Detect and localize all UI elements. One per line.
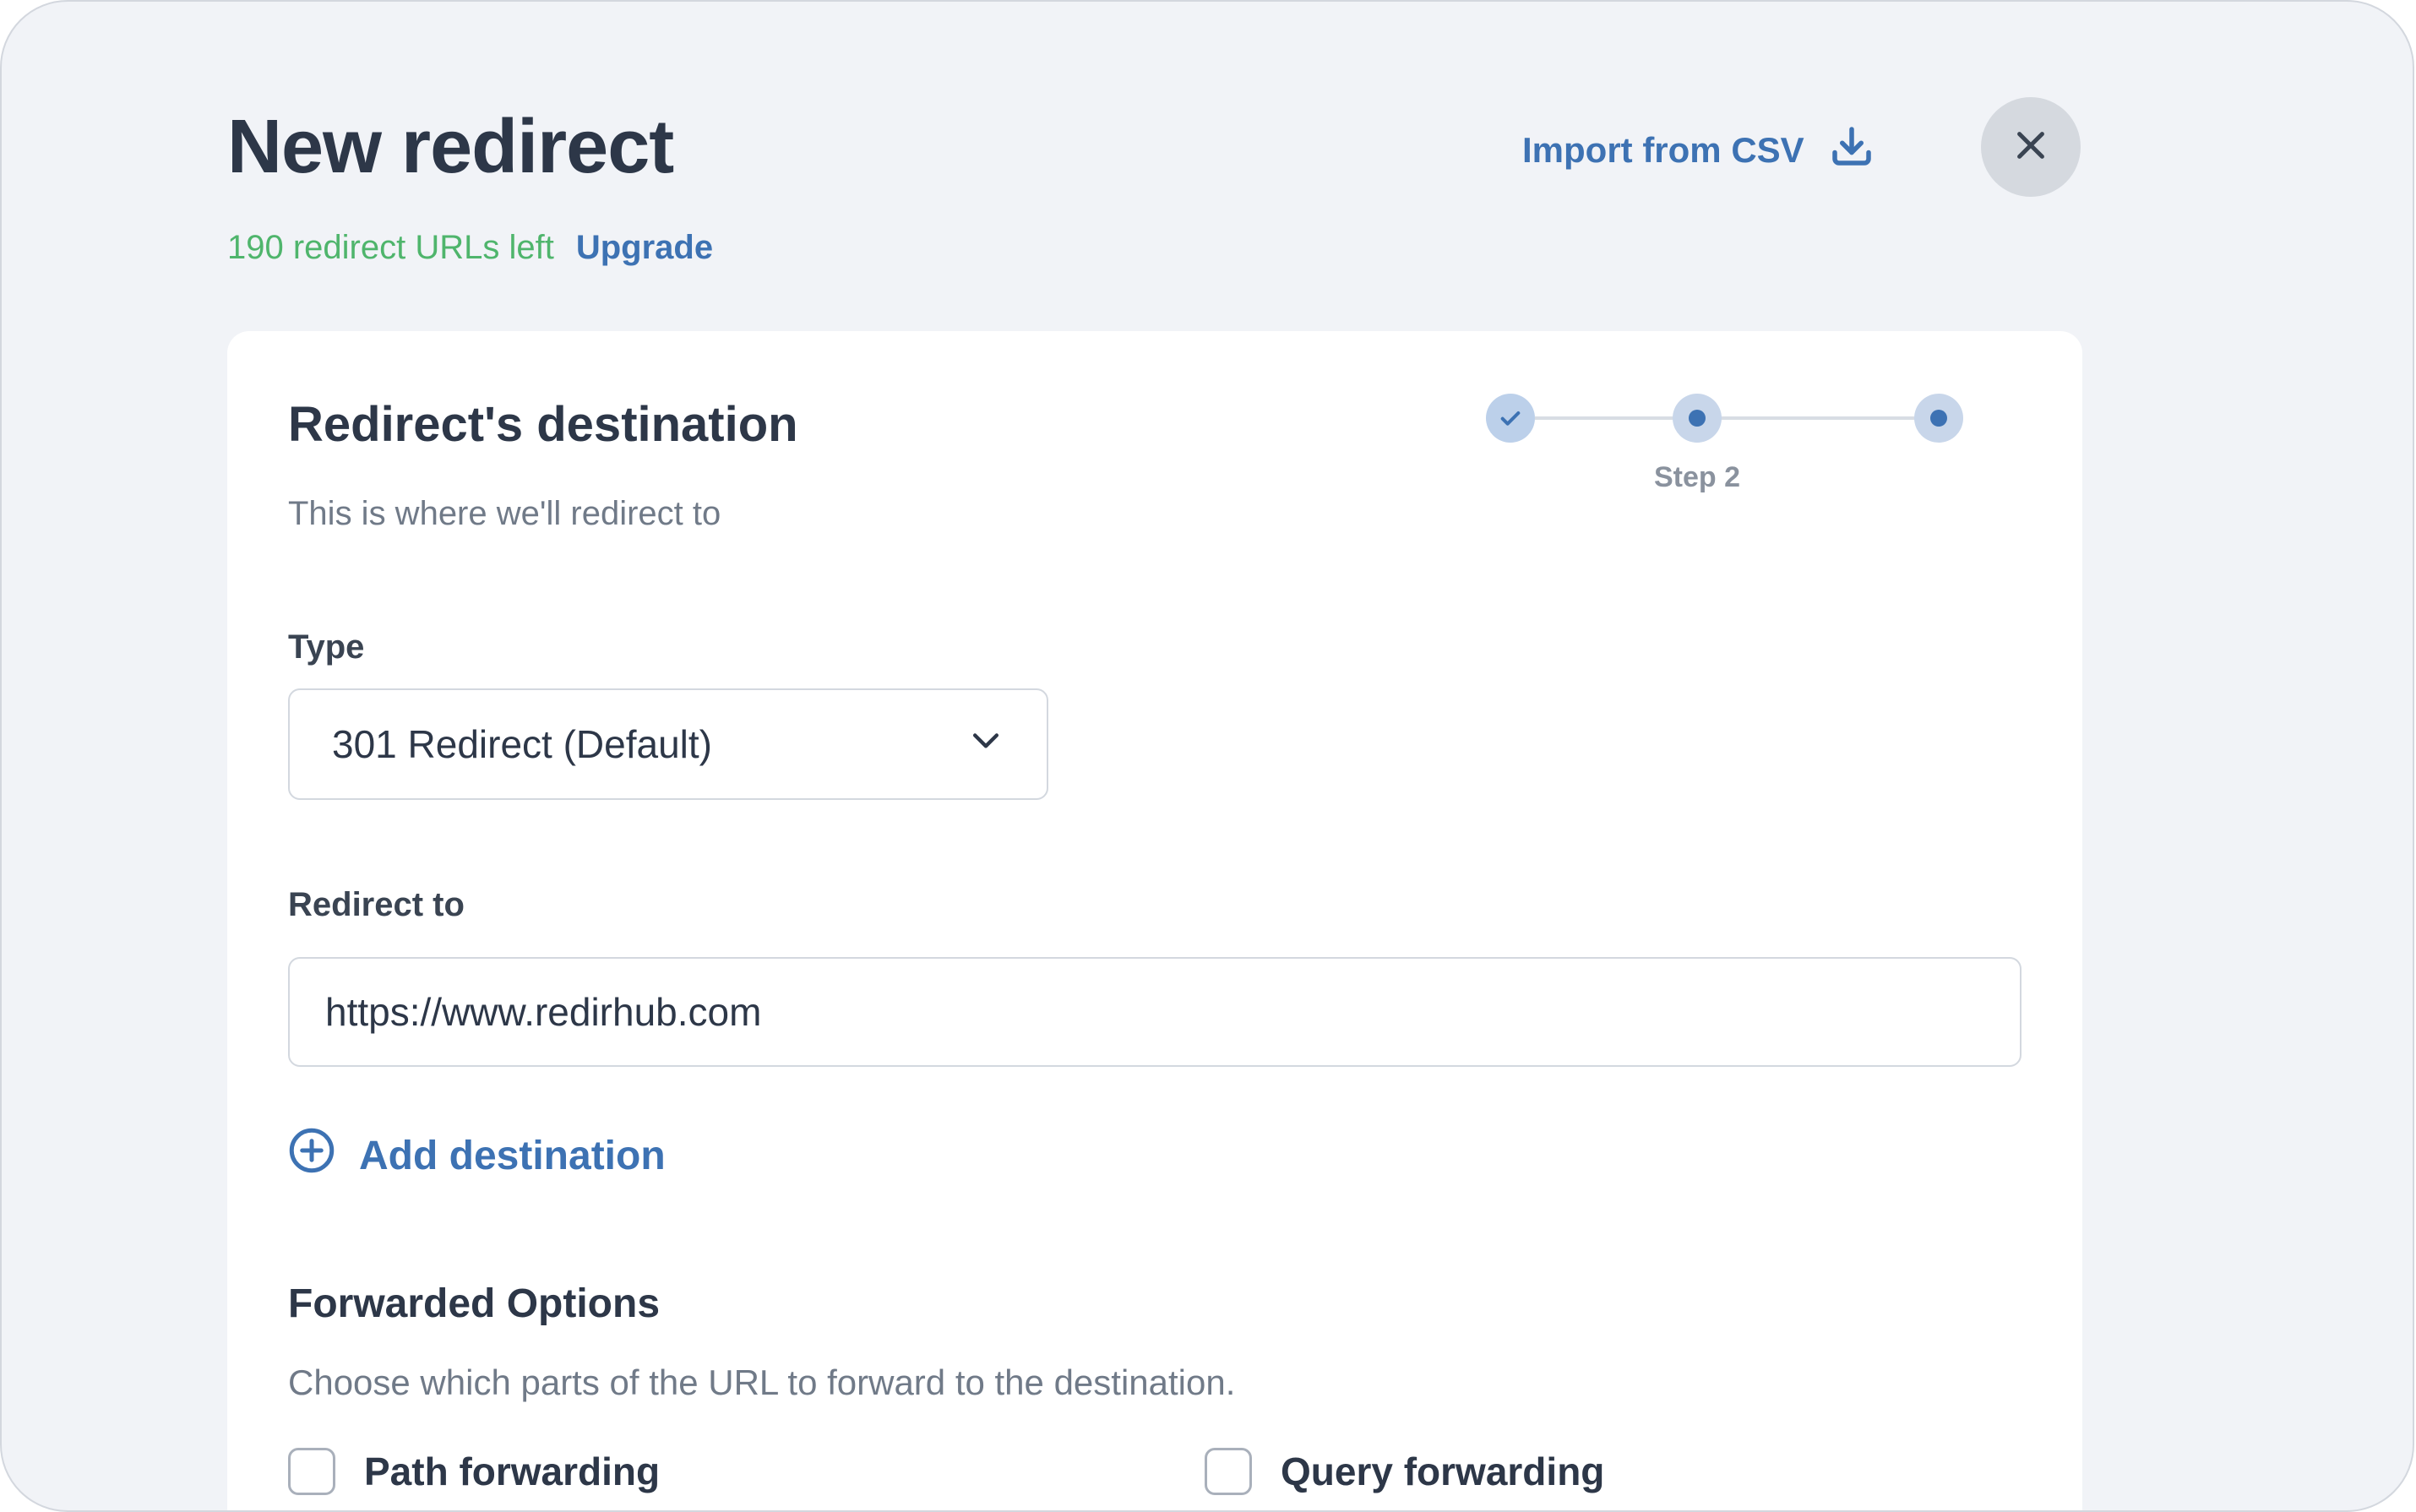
quota-line: 190 redirect URLs left Upgrade xyxy=(227,224,713,271)
stepper-track xyxy=(1535,416,1934,420)
redirect-type-select[interactable]: 301 Redirect (Default) xyxy=(288,688,1048,800)
card-title: Redirect's destination xyxy=(288,397,798,452)
redirect-type-value: 301 Redirect (Default) xyxy=(332,722,712,766)
query-forwarding-label: Query forwarding xyxy=(1281,1449,1605,1493)
redirect-to-label: Redirect to xyxy=(288,886,465,923)
plus-circle-icon xyxy=(286,1125,337,1186)
query-forwarding-checkbox[interactable] xyxy=(1205,1448,1252,1495)
add-destination-label: Add destination xyxy=(359,1133,666,1178)
import-csv-button[interactable]: Import from CSV xyxy=(1522,123,1877,177)
quota-text: 190 redirect URLs left xyxy=(227,229,554,266)
checkmark-icon xyxy=(1500,411,1521,426)
type-label: Type xyxy=(288,628,365,666)
current-step-label: Step 2 xyxy=(1653,461,1741,493)
step-2-current xyxy=(1673,394,1722,443)
forwarded-options-title: Forwarded Options xyxy=(288,1281,661,1326)
import-csv-label: Import from CSV xyxy=(1522,130,1804,170)
query-forwarding-option[interactable]: Query forwarding xyxy=(1205,1448,1604,1495)
close-button[interactable] xyxy=(1981,97,2081,197)
progress-stepper: Step 2 xyxy=(1486,390,2010,493)
step-3 xyxy=(1914,394,1963,443)
card-subtitle: This is where we'll redirect to xyxy=(288,495,721,532)
destination-card: Redirect's destination This is where we'… xyxy=(227,331,2082,1510)
close-icon xyxy=(2011,126,2050,169)
path-forwarding-option[interactable]: Path forwarding xyxy=(288,1448,660,1495)
path-forwarding-checkbox[interactable] xyxy=(288,1448,335,1495)
redirect-url-input[interactable] xyxy=(288,957,2021,1067)
path-forwarding-label: Path forwarding xyxy=(364,1449,661,1493)
forwarded-options-description: Choose which parts of the URL to forward… xyxy=(288,1362,1236,1402)
download-icon xyxy=(1826,121,1877,180)
upgrade-link[interactable]: Upgrade xyxy=(576,229,713,266)
chevron-down-icon xyxy=(967,721,1004,768)
modal-panel: New redirect 190 redirect URLs left Upgra… xyxy=(0,0,2414,1512)
page-title: New redirect xyxy=(227,105,674,189)
step-1-complete xyxy=(1486,394,1535,443)
add-destination-button[interactable]: Add destination xyxy=(286,1125,666,1186)
